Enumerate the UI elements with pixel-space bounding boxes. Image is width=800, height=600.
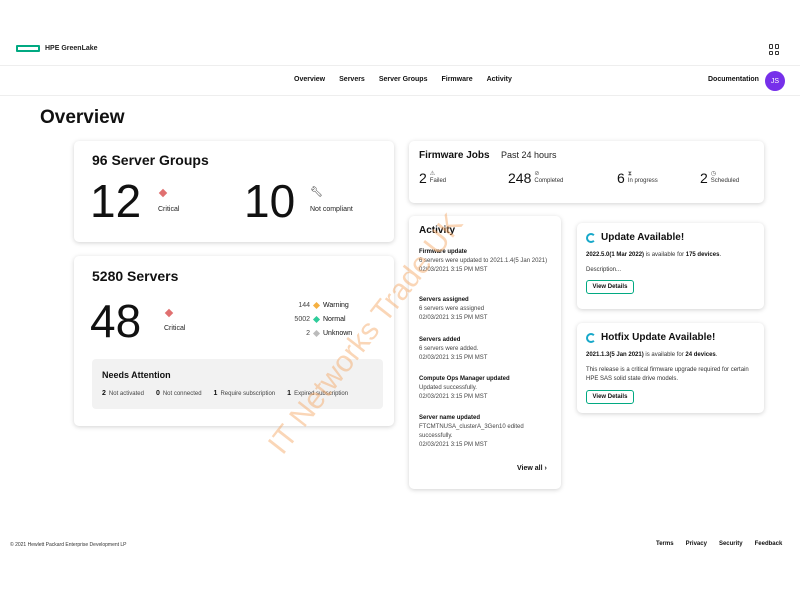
activity-item[interactable]: Compute Ops Manager updated Updated succ…: [419, 375, 557, 402]
update-view-details-button[interactable]: View Details: [586, 280, 634, 294]
footer-security-link[interactable]: Security: [719, 541, 743, 547]
status-unknown[interactable]: 2 Unknown: [282, 329, 353, 338]
require-subscription-item[interactable]: 1 Require subscription: [214, 390, 276, 397]
refresh-icon: [586, 232, 596, 243]
refresh-icon: [586, 332, 596, 343]
servers-critical-count: 48: [90, 295, 142, 347]
nav-links: Overview Servers Server Groups Firmware …: [294, 76, 512, 83]
footer-copyright: © 2021 Hewlett Packard Enterprise Develo…: [10, 542, 127, 548]
firmware-jobs-subtitle: Past 24 hours: [501, 150, 557, 160]
normal-label: Normal: [323, 316, 346, 323]
unknown-count: 2: [306, 330, 310, 337]
nav-bar: Overview Servers Server Groups Firmware …: [0, 66, 800, 96]
top-bar: HPE GreenLake: [0, 0, 800, 66]
server-groups-card[interactable]: 96 Server Groups 12 Critical 10 🔧︎ Not c…: [74, 141, 394, 242]
footer-links: Terms Privacy Security Feedback: [656, 541, 782, 547]
critical-count: 12: [90, 175, 142, 227]
page-title: Overview: [40, 107, 125, 128]
footer-feedback-link[interactable]: Feedback: [755, 541, 783, 547]
needs-attention-panel: Needs Attention 2 Not activated 0 Not conn…: [92, 359, 383, 409]
not-connected-item[interactable]: 0 Not connected: [156, 390, 202, 397]
unknown-label: Unknown: [323, 330, 353, 337]
hotfix-view-details-button[interactable]: View Details: [586, 390, 634, 404]
activity-card: Activity Firmware update 6 servers were …: [409, 216, 561, 489]
activity-item[interactable]: Servers assigned 6 servers were assigned…: [419, 296, 557, 323]
server-groups-title: 96 Server Groups: [92, 152, 209, 168]
footer-terms-link[interactable]: Terms: [656, 541, 674, 547]
update-summary: 2022.5.0(1 Mar 2022) is available for 17…: [586, 252, 722, 258]
critical-icon: [164, 308, 174, 318]
update-title: Update Available!: [586, 232, 684, 243]
warning-count: 144: [298, 302, 310, 309]
nav-activity[interactable]: Activity: [487, 76, 512, 83]
status-normal[interactable]: 5002 Normal: [282, 315, 346, 324]
activity-item[interactable]: Servers added 6 servers were added. 02/0…: [419, 336, 557, 363]
update-description: Description...: [586, 267, 622, 273]
hotfix-description: This release is a critical firmware upgr…: [586, 367, 749, 382]
view-all-link[interactable]: View all ›: [517, 465, 547, 472]
activity-item[interactable]: Firmware update 6 servers were updated t…: [419, 248, 557, 275]
firmware-jobs-title: Firmware Jobs: [419, 150, 490, 161]
nav-overview[interactable]: Overview: [294, 76, 325, 83]
normal-icon: [312, 315, 321, 324]
in-progress-icon: ⧗: [627, 171, 633, 177]
hpe-logo-icon: [16, 45, 40, 52]
failed-icon: ⚠: [429, 171, 436, 177]
hotfix-summary: 2021.1.3(5 Jan 2021) is available for 24…: [586, 352, 718, 358]
activity-item[interactable]: Server name updated FTCMTNUSA_clusterA_3…: [419, 414, 557, 450]
nav-servers[interactable]: Servers: [339, 76, 365, 83]
status-warning[interactable]: 144 Warning: [282, 301, 349, 310]
needs-attention-items: 2 Not activated 0 Not connected 1 Require s…: [102, 390, 348, 397]
scheduled-stat[interactable]: 2 ◷ Scheduled: [700, 171, 739, 185]
failed-stat[interactable]: 2 ⚠ Failed: [419, 171, 446, 185]
unknown-icon: [312, 329, 321, 338]
completed-icon: ⊘: [534, 171, 540, 177]
not-activated-item[interactable]: 2 Not activated: [102, 390, 144, 397]
hotfix-title: Hotfix Update Available!: [586, 332, 715, 343]
wrench-icon: 🔧︎: [310, 187, 323, 198]
footer-privacy-link[interactable]: Privacy: [686, 541, 707, 547]
firmware-jobs-card[interactable]: Firmware Jobs Past 24 hours 2 ⚠ Failed 24…: [409, 141, 764, 203]
completed-stat[interactable]: 248 ⊘ Completed: [508, 171, 563, 185]
servers-critical-label: Critical: [164, 325, 186, 332]
warning-label: Warning: [323, 302, 349, 309]
hpe-greenlake-logo[interactable]: HPE GreenLake: [16, 45, 98, 52]
chevron-right-icon: ›: [544, 465, 547, 472]
documentation-link[interactable]: Documentation: [708, 76, 759, 83]
critical-icon: [158, 188, 168, 198]
apps-grid-icon[interactable]: [769, 44, 780, 55]
servers-card[interactable]: 5280 Servers 48 Critical 144 Warning 500…: [74, 256, 394, 426]
normal-count: 5002: [294, 316, 310, 323]
nav-server-groups[interactable]: Server Groups: [379, 76, 428, 83]
expired-subscription-item[interactable]: 1 Expired subscription: [287, 390, 348, 397]
logo-text: HPE GreenLake: [45, 45, 98, 52]
warning-icon: [312, 301, 321, 310]
hotfix-available-card: Hotfix Update Available! 2021.1.3(5 Jan …: [577, 323, 764, 413]
critical-label: Critical: [158, 206, 180, 213]
in-progress-stat[interactable]: 6 ⧗ In progress: [617, 171, 658, 185]
user-avatar[interactable]: JS: [765, 71, 785, 91]
noncompliant-label: Not compliant: [310, 206, 353, 213]
scheduled-icon: ◷: [710, 171, 717, 177]
servers-title: 5280 Servers: [92, 268, 179, 284]
update-available-card: Update Available! 2022.5.0(1 Mar 2022) i…: [577, 223, 764, 309]
needs-attention-title: Needs Attention: [102, 370, 171, 380]
activity-title: Activity: [419, 225, 456, 236]
noncompliant-count: 10: [244, 175, 296, 227]
nav-firmware[interactable]: Firmware: [441, 76, 472, 83]
